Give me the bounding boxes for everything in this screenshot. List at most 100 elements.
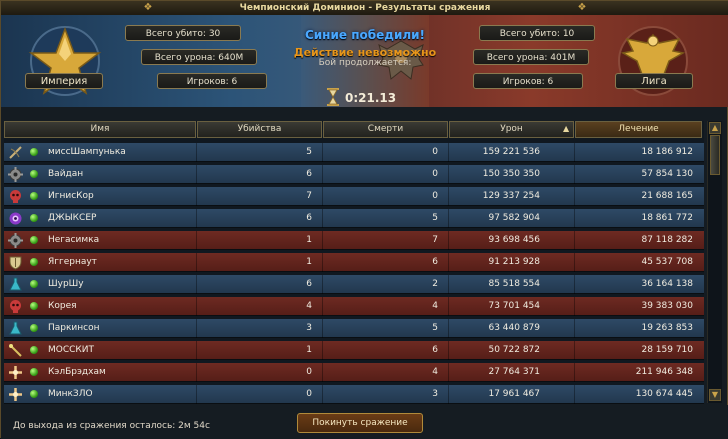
table-row[interactable]: миссШампунька 5 0 159 221 536 18 186 912 (4, 143, 704, 162)
eye-icon (8, 211, 23, 226)
damage-value: 17 961 467 (488, 389, 540, 399)
deaths-value: 0 (432, 191, 438, 201)
table-row[interactable]: Негасимка 1 7 93 698 456 87 118 282 (4, 231, 704, 250)
flask-icon (8, 321, 23, 336)
column-header-kills[interactable]: Убийства (197, 121, 322, 138)
online-status-icon (30, 192, 38, 200)
red-total-kills: Всего убито: 10 (479, 25, 595, 41)
healing-value: 36 164 138 (641, 279, 693, 289)
table-row[interactable]: МинкЗЛО 0 3 17 961 467 130 674 445 (4, 385, 704, 404)
player-name: Корея (48, 301, 77, 311)
table-row[interactable]: Корея 4 4 73 701 454 39 383 030 (4, 297, 704, 316)
column-header-name[interactable]: Имя (4, 121, 196, 138)
healing-value: 28 159 710 (641, 345, 693, 355)
table-row[interactable]: ДЖЫКСЕР 6 5 97 582 904 18 861 772 (4, 209, 704, 228)
damage-value: 73 701 454 (488, 301, 540, 311)
window-title: Чемпионский Доминион - Результаты сражен… (239, 3, 491, 13)
damage-value: 129 337 254 (482, 191, 540, 201)
kills-value: 1 (306, 257, 312, 267)
hourglass-icon (327, 88, 339, 106)
gear-icon (8, 167, 23, 182)
damage-value: 50 722 872 (488, 345, 540, 355)
online-status-icon (30, 280, 38, 288)
gear-icon (8, 233, 23, 248)
bow-icon (8, 145, 23, 160)
player-name: ДЖЫКСЕР (48, 213, 97, 223)
damage-value: 27 764 371 (488, 367, 540, 377)
scroll-thumb[interactable] (710, 135, 720, 175)
results-table: Имя Убийства Смерти Урон Лечение ▲ миссШ… (4, 121, 704, 404)
player-name: ИгнисКор (48, 191, 94, 201)
online-status-icon (30, 214, 38, 222)
damage-value: 93 698 456 (488, 235, 540, 245)
deaths-value: 6 (432, 257, 438, 267)
skull-icon (8, 189, 23, 204)
kills-value: 4 (306, 301, 312, 311)
kills-value: 0 (306, 367, 312, 377)
online-status-icon (30, 258, 38, 266)
exit-countdown: До выхода из сражения осталось: 2м 54с (13, 421, 210, 431)
column-header-deaths[interactable]: Смерти (323, 121, 448, 138)
damage-value: 91 213 928 (488, 257, 540, 267)
table-row[interactable]: ИгнисКор 7 0 129 337 254 21 688 165 (4, 187, 704, 206)
healing-value: 19 263 853 (641, 323, 693, 333)
online-status-icon (30, 170, 38, 178)
deaths-value: 6 (432, 345, 438, 355)
healing-value: 18 186 912 (641, 147, 693, 157)
blue-total-damage: Всего урона: 640M (141, 49, 257, 65)
table-row[interactable]: ШурШу 6 2 85 518 554 36 164 138 (4, 275, 704, 294)
scroll-up-button[interactable]: ▲ (709, 122, 721, 134)
deaths-value: 7 (432, 235, 438, 245)
results-footer: До выхода из сражения осталось: 2м 54с П… (1, 405, 728, 439)
online-status-icon (30, 148, 38, 156)
table-row[interactable]: Яггернаут 1 6 91 213 928 45 537 708 (4, 253, 704, 272)
leave-battle-button[interactable]: Покинуть сражение (297, 413, 423, 433)
player-name: Яггернаут (48, 257, 97, 267)
red-team-name: Лига (615, 73, 693, 89)
kills-value: 6 (306, 279, 312, 289)
damage-value: 150 350 350 (482, 169, 540, 179)
title-ornament-right-icon: ❖ (577, 2, 587, 13)
scroll-down-button[interactable]: ▼ (709, 389, 721, 401)
red-total-damage: Всего урона: 401M (473, 49, 589, 65)
player-name: Негасимка (48, 235, 100, 245)
table-row[interactable]: Паркинсон 3 5 63 440 879 19 263 853 (4, 319, 704, 338)
table-row[interactable]: МОССКИТ 1 6 50 722 872 28 159 710 (4, 341, 704, 360)
column-header-damage[interactable]: Урон (449, 121, 574, 138)
online-status-icon (30, 324, 38, 332)
battle-results-window: ❖ Чемпионский Доминион - Результаты сраж… (0, 0, 728, 439)
healing-value: 21 688 165 (641, 191, 693, 201)
table-scrollbar[interactable]: ▲ ▼ (707, 121, 722, 403)
table-row[interactable]: КэлБрэдхам 0 4 27 764 371 211 946 348 (4, 363, 704, 382)
damage-value: 97 582 904 (488, 213, 540, 223)
player-name: МОССКИТ (48, 345, 95, 355)
healing-value: 87 118 282 (641, 235, 693, 245)
blue-player-count: Игроков: 6 (157, 73, 267, 89)
player-name: МинкЗЛО (48, 389, 93, 399)
skull-icon (8, 299, 23, 314)
cross-icon (8, 387, 23, 402)
online-status-icon (30, 302, 38, 310)
cross-icon (8, 365, 23, 380)
battle-continues-label: Бой продолжается: (318, 58, 412, 68)
healing-value: 57 854 130 (641, 169, 693, 179)
healing-value: 130 674 445 (635, 389, 693, 399)
healing-value: 18 861 772 (641, 213, 693, 223)
deaths-value: 0 (432, 169, 438, 179)
deaths-value: 5 (432, 323, 438, 333)
online-status-icon (30, 368, 38, 376)
damage-value: 63 440 879 (488, 323, 540, 333)
table-row[interactable]: Вайдан 6 0 150 350 350 57 854 130 (4, 165, 704, 184)
online-status-icon (30, 346, 38, 354)
kills-value: 7 (306, 191, 312, 201)
damage-value: 85 518 554 (488, 279, 540, 289)
kills-value: 1 (306, 345, 312, 355)
column-header-healing[interactable]: Лечение (575, 121, 702, 138)
player-name: Вайдан (48, 169, 84, 179)
kills-value: 3 (306, 323, 312, 333)
deaths-value: 4 (432, 367, 438, 377)
kills-value: 6 (306, 213, 312, 223)
kills-value: 0 (306, 389, 312, 399)
deaths-value: 5 (432, 213, 438, 223)
player-name: ШурШу (48, 279, 84, 289)
